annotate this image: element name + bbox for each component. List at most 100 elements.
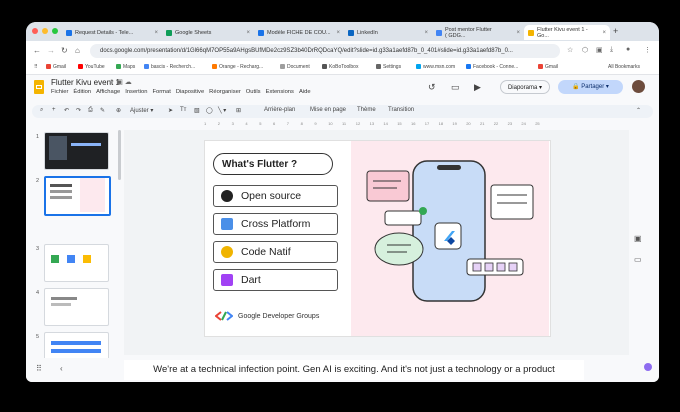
slide-title[interactable]: What's Flutter ? bbox=[213, 153, 333, 175]
thumbnail-scrollbar[interactable] bbox=[118, 130, 121, 180]
reload-icon[interactable]: ↻ bbox=[61, 46, 68, 55]
zoom-icon[interactable]: ⊕ bbox=[116, 107, 121, 114]
history-icon[interactable]: ↺ bbox=[428, 82, 436, 93]
browser-tab[interactable]: Post mentor Flutter ( GDG... × bbox=[432, 25, 524, 40]
feature-item[interactable]: Cross Platform bbox=[213, 213, 338, 235]
extension-icon[interactable]: ⬡ bbox=[582, 46, 588, 54]
bookmark-star-icon[interactable]: ☆ bbox=[567, 46, 573, 54]
bookmark-item[interactable]: Settings bbox=[376, 64, 401, 70]
collapse-toolbar-icon[interactable]: ⌃ bbox=[636, 107, 641, 114]
close-window-button[interactable] bbox=[32, 28, 38, 34]
transition-button[interactable]: Transition bbox=[388, 107, 414, 113]
browser-tab[interactable]: Google Sheets × bbox=[162, 25, 254, 40]
video-call-icon[interactable]: ▶ bbox=[474, 82, 481, 93]
document-icon bbox=[280, 64, 285, 69]
bookmark-item[interactable]: Facebook - Conne... bbox=[466, 64, 518, 70]
menu-aide[interactable]: Aide bbox=[299, 89, 311, 95]
print-icon[interactable]: ⎙ bbox=[88, 107, 93, 114]
background-button[interactable]: Arrière-plan bbox=[264, 107, 295, 113]
select-tool-icon[interactable]: ➤ bbox=[168, 107, 173, 114]
shape-icon[interactable]: ◯ bbox=[206, 107, 213, 114]
horizontal-ruler: 1 2 3 4 5 6 7 8 9 10 11 12 13 14 15 16 17 18 19 20 21 22 23 24 2… bbox=[204, 121, 549, 129]
menu-diapositive[interactable]: Diapositive bbox=[176, 89, 204, 95]
zoom-fit-select[interactable]: Ajuster ▾ bbox=[130, 107, 153, 114]
bookmark-item[interactable]: bascis - Recherch... bbox=[144, 64, 195, 70]
downloads-icon[interactable]: ⤓ bbox=[610, 46, 613, 54]
menu-affichage[interactable]: Affichage bbox=[96, 89, 120, 95]
app-header: Flutter Kivu event 1 ☆ ▣ ☁ Fichier Éditi… bbox=[26, 75, 659, 105]
star-icon[interactable]: ☆ ▣ ☁ bbox=[108, 78, 132, 86]
menu-fichier[interactable]: Fichier bbox=[51, 89, 68, 95]
layout-button[interactable]: Mise en page bbox=[310, 107, 346, 113]
close-tab-icon[interactable]: × bbox=[154, 30, 158, 36]
avatar[interactable] bbox=[632, 80, 645, 93]
browser-tab[interactable]: LinkedIn × bbox=[344, 25, 432, 40]
browser-menu-icon[interactable]: ⋮ bbox=[644, 46, 651, 54]
back-icon[interactable]: ← bbox=[33, 46, 41, 55]
close-tab-icon[interactable]: × bbox=[516, 30, 520, 36]
slide-panel-icon[interactable]: ▣ bbox=[634, 234, 642, 243]
slideshow-button[interactable]: Diaporama ▾ bbox=[500, 80, 550, 94]
menu-reorganiser[interactable]: Réorganiser bbox=[209, 89, 241, 95]
url-field[interactable]: docs.google.com/presentation/d/1Gl66qM7O… bbox=[90, 44, 560, 58]
image-icon[interactable]: ▧ bbox=[194, 107, 200, 114]
current-slide[interactable]: What's Flutter ? Open source Cross Platf… bbox=[204, 140, 551, 337]
comment-icon[interactable]: ▭ bbox=[451, 82, 460, 93]
slide-thumbnail-selected[interactable] bbox=[44, 176, 111, 216]
redo-icon[interactable]: ↷ bbox=[76, 107, 81, 114]
profile-icon[interactable]: ● bbox=[626, 46, 630, 53]
maximize-window-button[interactable] bbox=[52, 28, 58, 34]
ruler-tick-label: 6 bbox=[273, 121, 276, 126]
bookmark-item[interactable]: Gmail bbox=[538, 64, 558, 70]
share-button[interactable]: 🔒 Partager ▾ bbox=[558, 80, 623, 94]
ruler-tick-label: 25 bbox=[535, 121, 540, 126]
browser-tab-active[interactable]: Flutter Kivu event 1 - Go... × bbox=[524, 25, 610, 40]
extension-icon[interactable]: ▣ bbox=[596, 46, 603, 54]
bookmark-item[interactable]: KoBoToolbox bbox=[322, 64, 358, 70]
feature-item[interactable]: Code Natif bbox=[213, 241, 338, 263]
close-tab-icon[interactable]: × bbox=[424, 30, 428, 36]
menu-outils[interactable]: Outils bbox=[246, 89, 261, 95]
minimize-window-button[interactable] bbox=[42, 28, 48, 34]
comment-add-icon[interactable]: ⊞ bbox=[236, 107, 241, 114]
menu-format[interactable]: Format bbox=[152, 89, 170, 95]
apps-grid-icon[interactable]: ⠿ bbox=[34, 64, 38, 70]
folder-icon[interactable]: ▭ bbox=[634, 255, 642, 264]
thumb-shape bbox=[51, 341, 101, 345]
browser-tab[interactable]: Modèle FICHE DE COU... × bbox=[254, 25, 344, 40]
new-tab-button[interactable]: + bbox=[613, 26, 618, 36]
assistant-icon[interactable] bbox=[644, 363, 652, 371]
home-icon[interactable]: ⌂ bbox=[75, 46, 80, 55]
slides-logo-icon[interactable] bbox=[34, 80, 44, 94]
feature-item[interactable]: Dart bbox=[213, 269, 338, 291]
bookmark-item[interactable]: YouTube bbox=[78, 64, 105, 70]
bookmark-item[interactable]: Gmail bbox=[46, 64, 66, 70]
slide-thumbnail[interactable] bbox=[44, 244, 109, 282]
menu-extensions[interactable]: Extensions bbox=[266, 89, 294, 95]
browser-tab[interactable]: Request Details - Tele... × bbox=[62, 25, 162, 40]
bookmark-item[interactable]: Maps bbox=[116, 64, 135, 70]
all-bookmarks[interactable]: All Bookmarks bbox=[608, 64, 640, 70]
search-icon[interactable]: ⌕ bbox=[40, 107, 43, 114]
bookmark-item[interactable]: Orange - Recharg... bbox=[212, 64, 263, 70]
line-icon[interactable]: ╲ ▾ bbox=[218, 107, 226, 114]
close-tab-icon[interactable]: × bbox=[246, 30, 250, 36]
close-tab-icon[interactable]: × bbox=[602, 30, 606, 36]
bookmark-item[interactable]: Document bbox=[280, 64, 310, 70]
text-box-icon[interactable]: Tт bbox=[180, 107, 186, 113]
undo-icon[interactable]: ↶ bbox=[64, 107, 69, 114]
bookmark-item[interactable]: www.msn.com bbox=[416, 64, 455, 70]
slide-thumbnail[interactable] bbox=[44, 288, 109, 326]
slide-thumbnail[interactable] bbox=[44, 132, 109, 170]
feature-item[interactable]: Open source bbox=[213, 185, 338, 207]
menu-insertion[interactable]: Insertion bbox=[125, 89, 147, 95]
paint-format-icon[interactable]: ✎ bbox=[100, 107, 105, 114]
collapse-panel-icon[interactable]: ‹ bbox=[60, 364, 63, 373]
close-tab-icon[interactable]: × bbox=[336, 30, 340, 36]
add-slide-icon[interactable]: + bbox=[52, 107, 56, 113]
slideshow-label: Diaporama bbox=[507, 85, 538, 91]
theme-button[interactable]: Thème bbox=[357, 107, 376, 113]
menu-edition[interactable]: Édition bbox=[73, 89, 91, 95]
grid-view-icon[interactable]: ⠿ bbox=[36, 364, 42, 373]
forward-icon[interactable]: → bbox=[47, 46, 55, 55]
